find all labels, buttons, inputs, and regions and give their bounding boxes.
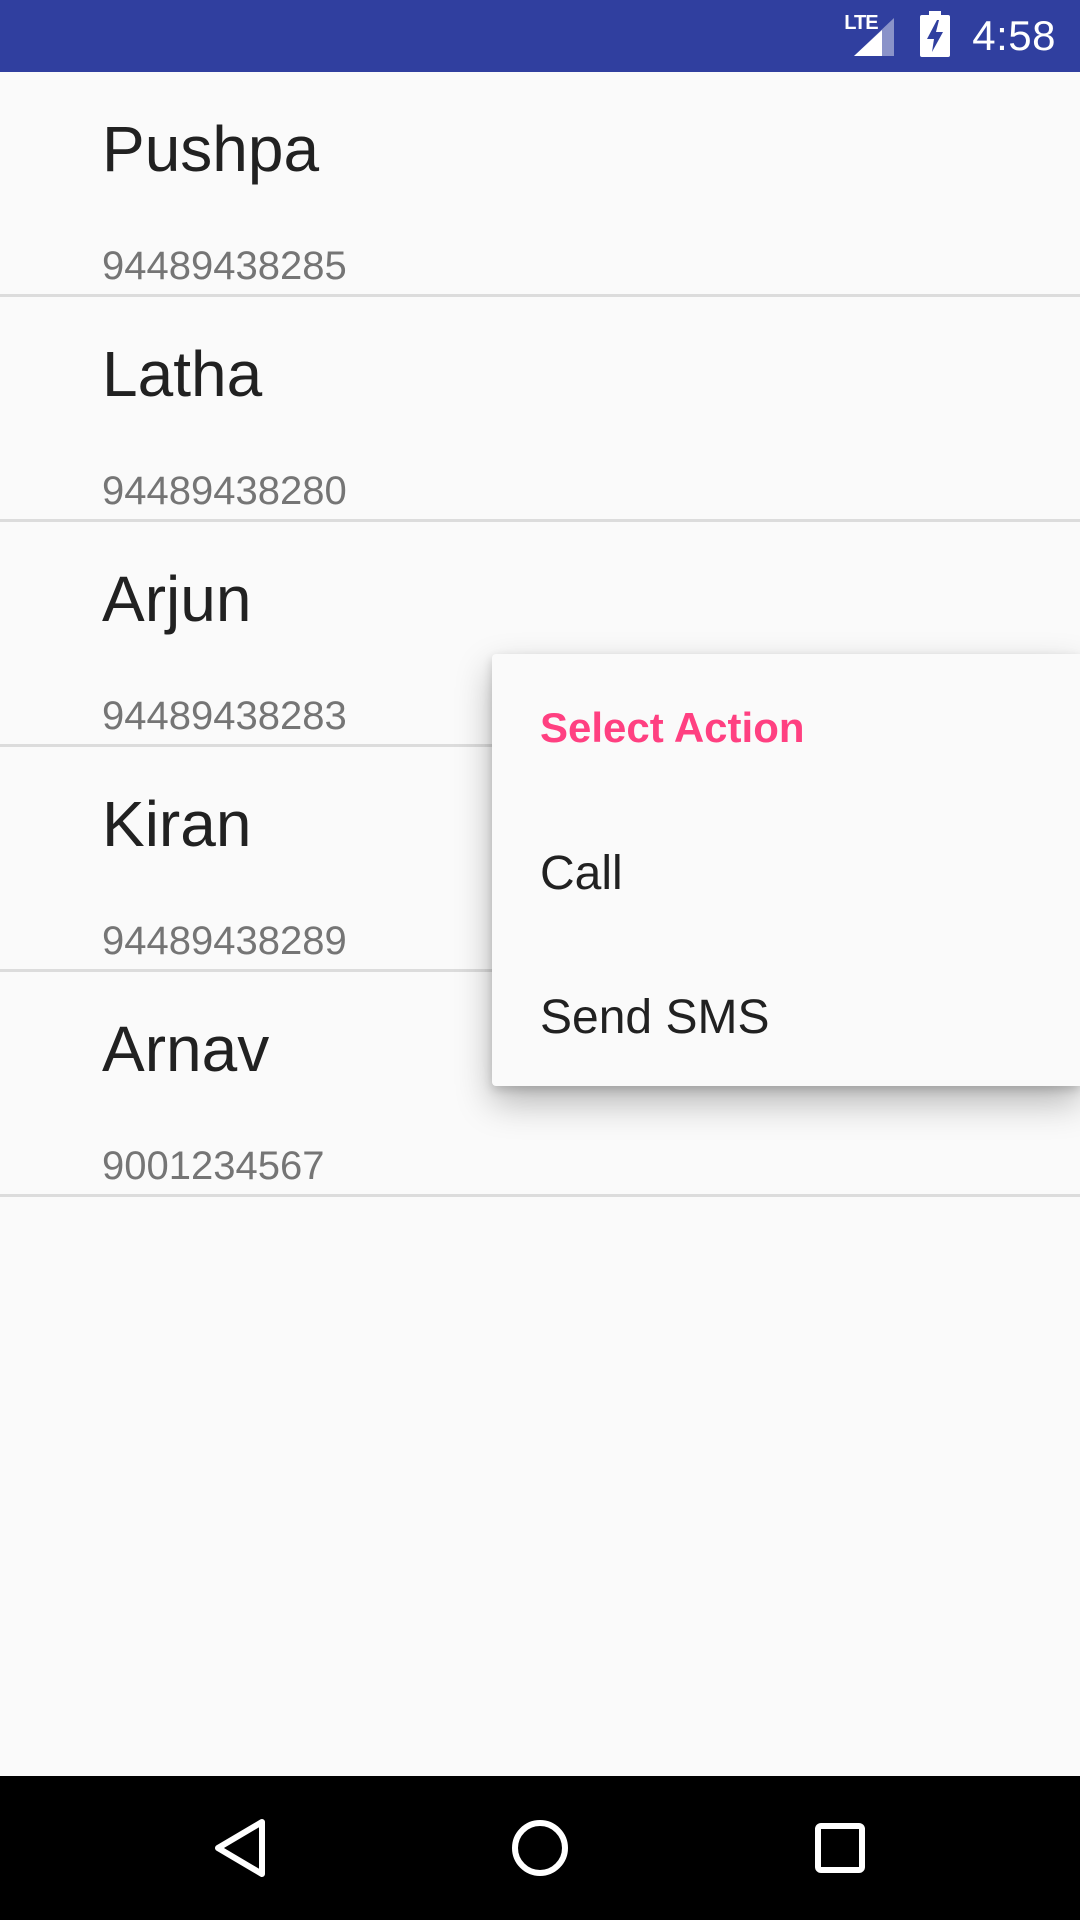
contact-number: 94489438289 (102, 919, 347, 963)
recents-icon (815, 1823, 865, 1873)
contact-name: Arjun (102, 563, 252, 635)
contact-number: 94489438280 (102, 469, 347, 513)
home-button[interactable] (468, 1776, 612, 1920)
contact-name: Kiran (102, 788, 252, 860)
send-sms-menu-item-label: Send SMS (540, 991, 770, 1044)
back-icon (215, 1819, 265, 1877)
status-icons: LTE 4:58 (842, 0, 1056, 72)
context-menu-title: Select Action (540, 704, 805, 751)
call-menu-item[interactable]: Call (492, 798, 1080, 942)
contact-row[interactable]: Latha 94489438280 (0, 297, 1080, 522)
contact-number: 9001234567 (102, 1144, 325, 1188)
contact-name: Latha (102, 338, 263, 410)
context-menu: Select Action Call Send SMS (492, 654, 1080, 1086)
contact-number: 94489438285 (102, 244, 347, 288)
contact-row[interactable]: Pushpa 94489438285 (0, 72, 1080, 297)
contact-name: Arnav (102, 1013, 270, 1085)
status-bar: LTE 4:58 (0, 0, 1080, 72)
status-time: 4:58 (972, 12, 1056, 59)
contact-number: 94489438283 (102, 694, 347, 738)
battery-charging-icon (920, 10, 951, 62)
back-button[interactable] (168, 1776, 312, 1920)
navigation-bar (0, 1776, 1080, 1920)
recents-button[interactable] (768, 1776, 912, 1920)
lte-signal-icon: LTE (842, 12, 898, 60)
send-sms-menu-item[interactable]: Send SMS (492, 942, 1080, 1086)
contact-name: Pushpa (102, 113, 320, 185)
call-menu-item-label: Call (540, 847, 623, 900)
home-icon (512, 1820, 568, 1876)
